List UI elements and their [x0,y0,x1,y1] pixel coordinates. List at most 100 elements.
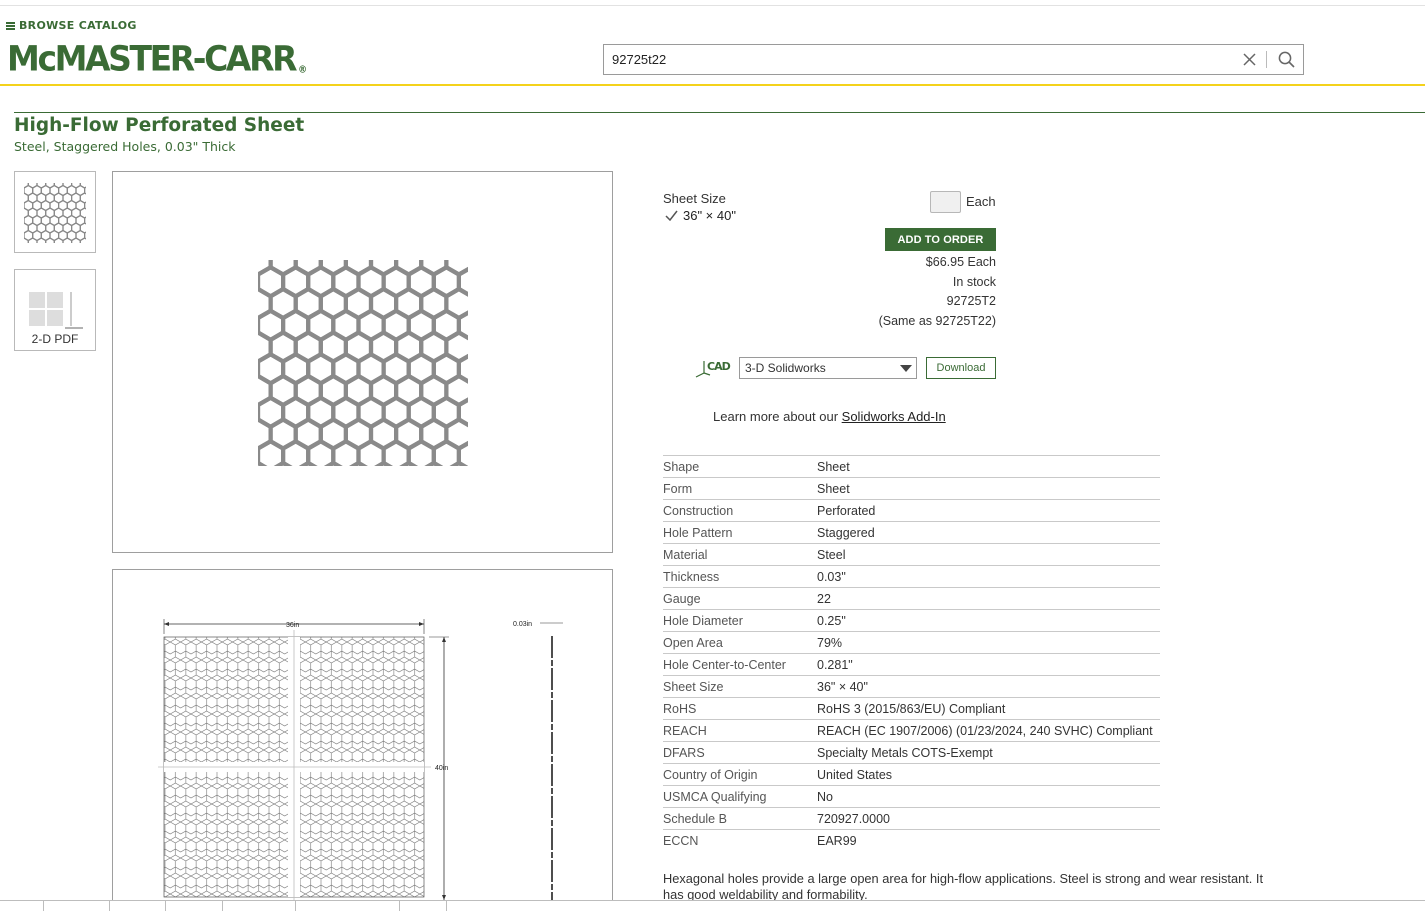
product-drawing-image[interactable]: 36in 40in 0.03in [112,569,613,911]
hex-cell [62,237,73,243]
hex-cell [24,232,25,239]
spec-value: 36" × 40" [817,675,1160,698]
hex-cell [83,186,86,195]
spec-value: Staggered [817,521,1160,544]
hex-cell [472,376,497,405]
hex-cell [220,246,245,275]
solidworks-addin-link[interactable]: Solidworks Add-In [842,409,946,424]
spec-value: 720927.0000 [817,807,1160,830]
hex-cell [374,460,393,466]
cad-icon-text: CAD [707,360,731,373]
hex-cell [323,460,343,466]
quantity-input[interactable] [930,191,961,213]
hex-perforated-sheet-image [220,246,497,492]
spec-value: Perforated [817,499,1160,522]
product-main-image[interactable] [112,171,613,553]
hex-cell [53,237,64,243]
hex-cell [36,237,47,243]
spec-value: Sheet [817,455,1160,478]
hex-cell [45,237,55,243]
spec-key: USMCA Qualifying [663,785,817,808]
spec-row: RoHS RoHS 3 (2015/863/EU) Compliant [663,697,1160,720]
cad-format-select[interactable]: 3-D Solidworks [739,357,917,379]
search-input[interactable] [604,45,1238,74]
footer-item[interactable] [44,901,110,911]
hex-cell [472,246,497,275]
dropdown-arrow-icon [900,365,912,372]
product-subtitle: Steel, Staggered Holes, 0.03" Thick [14,139,236,154]
spec-key: Hole Center-to-Center [663,653,817,676]
hex-grid [220,246,497,492]
thumbnail-2d-pdf[interactable]: 2-D PDF [14,269,96,351]
search-button[interactable] [1273,47,1299,73]
learn-more-text: Learn more about our Solidworks Add-In [713,409,946,424]
spec-value: 22 [817,587,1160,610]
hex-cell [24,237,29,243]
hex-cell [83,216,86,225]
spec-key: Form [663,477,817,500]
hex-cell [399,460,419,466]
hex-cell [24,217,25,224]
spec-row: ECCN EAR99 [663,829,1160,852]
spec-key: REACH [663,719,817,742]
hex-cell [258,359,261,379]
hex-cell [472,289,497,318]
thumbnail-product-image[interactable] [14,171,96,253]
hex-cell [220,333,245,362]
spec-value: 0.03" [817,565,1160,588]
cad-format-value: 3-D Solidworks [745,361,826,375]
hex-cell [70,237,81,243]
spec-value: REACH (EC 1907/2006) (01/23/2024, 240 SV… [817,719,1160,742]
same-as-part: (Same as 92725T22) [878,314,996,328]
browse-catalog-link[interactable]: BROWSE CATALOG [6,19,137,32]
spec-row: Form Sheet [663,477,1160,500]
header-yellow-rule [0,84,1425,86]
spec-row: Construction Perforated [663,499,1160,522]
hex-cell [258,460,268,466]
search-separator [1266,51,1267,68]
title-green-rule [14,112,1425,113]
footer-item[interactable] [166,901,223,911]
footer-item[interactable] [223,901,296,911]
spec-value: Steel [817,543,1160,566]
spec-row: Hole Center-to-Center 0.281" [663,653,1160,676]
hex-pattern-thumbnail [24,183,86,243]
spec-row: Sheet Size 36" × 40" [663,675,1160,698]
spec-row: Thickness 0.03" [663,565,1160,588]
hex-cell [220,376,245,405]
hex-grid [24,183,86,243]
spec-key: Open Area [663,631,817,654]
stock-status: In stock [952,275,996,289]
sheet-size-option[interactable]: 36" × 40" [665,208,736,223]
spec-value: Sheet [817,477,1160,500]
hex-cell [24,187,25,194]
footer-item[interactable] [110,901,166,911]
clear-search-button[interactable] [1238,49,1260,71]
spec-value: 0.25" [817,609,1160,632]
learn-more-prefix: Learn more about our [713,409,839,424]
footer-item[interactable] [0,901,44,911]
download-button[interactable]: Download [926,357,996,379]
mcmaster-logo[interactable]: McMASTER-CARR ® [7,38,307,79]
spec-value: 0.281" [817,653,1160,676]
spec-row: DFARS Specialty Metals COTS-Exempt [663,741,1160,764]
footer-bar [0,900,1425,911]
logo-text: McMASTER-CARR [7,38,297,79]
specs-table: Shape Sheet Form Sheet Construction Perforate… [663,455,1160,852]
hex-cell [83,201,86,210]
footer-item[interactable] [447,901,507,911]
spec-row: Open Area 79% [663,631,1160,654]
sheet-size-label: Sheet Size [663,191,726,206]
spec-key: Shape [663,455,817,478]
browse-catalog-label: BROWSE CATALOG [19,19,137,32]
add-to-order-button[interactable]: ADD TO ORDER [885,228,996,251]
footer-item[interactable] [400,901,447,911]
part-number: 92725T2 [946,294,996,308]
hex-cell [220,463,245,492]
product-title: High-Flow Perforated Sheet [14,115,305,136]
footer-item[interactable] [296,901,400,911]
hex-cell [83,231,86,240]
spec-value: Specialty Metals COTS-Exempt [817,741,1160,764]
spec-row: Hole Diameter 0.25" [663,609,1160,632]
spec-value: 79% [817,631,1160,654]
